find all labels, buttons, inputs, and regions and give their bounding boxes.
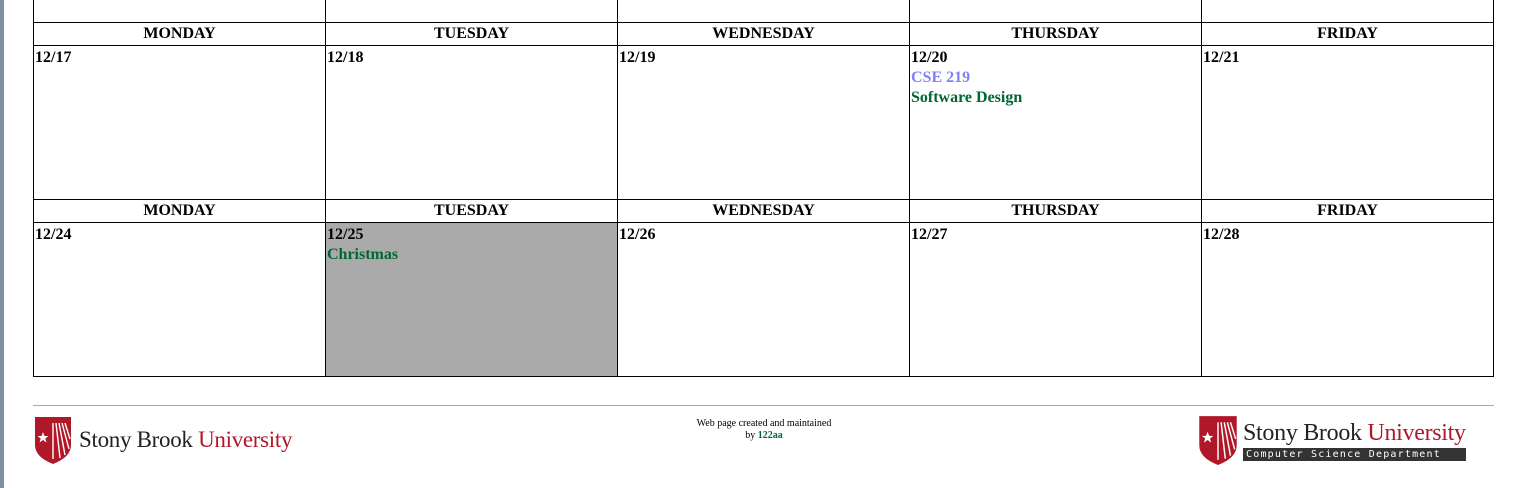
day-cell: 12/18 <box>325 45 618 200</box>
day-cell: 12/20 CSE 219 Software Design <box>909 45 1202 200</box>
stub-cell <box>33 0 326 23</box>
day-cell: 12/19 <box>617 45 910 200</box>
department-wordmark: Stony Brook University Computer Science … <box>1243 420 1466 461</box>
department-name: Computer Science Department <box>1243 447 1466 461</box>
wordmark-black: Stony Brook <box>79 427 193 452</box>
day-date: 12/25 <box>327 226 364 243</box>
weekday-header: THURSDAY <box>909 199 1202 223</box>
weekday-header: MONDAY <box>33 22 326 46</box>
day-cell: 12/26 <box>617 222 910 377</box>
weekday-header-row: MONDAY TUESDAY WEDNESDAY THURSDAY FRIDAY <box>33 22 1494 46</box>
calendar-table: MONDAY TUESDAY WEDNESDAY THURSDAY FRIDAY… <box>33 0 1494 377</box>
stub-cell <box>617 0 910 23</box>
day-date: 12/19 <box>619 49 656 66</box>
day-date: 12/18 <box>327 49 364 66</box>
day-date: 12/20 <box>911 49 948 66</box>
stub-cell <box>325 0 618 23</box>
day-date: 12/24 <box>35 226 72 243</box>
day-cell: 12/17 <box>33 45 326 200</box>
credit-by: by <box>745 430 756 441</box>
university-shield-icon <box>35 417 71 464</box>
day-cell: 12/27 <box>909 222 1202 377</box>
course-code-link[interactable]: CSE 219 <box>911 68 1200 88</box>
day-date: 12/28 <box>1203 226 1240 243</box>
university-wordmark: Stony Brook University <box>79 427 293 453</box>
day-date: 12/17 <box>35 49 72 66</box>
day-cell: 12/24 <box>33 222 326 377</box>
weekday-header: FRIDAY <box>1201 199 1494 223</box>
page-credit: Web page created and maintained by 122aa <box>664 418 864 442</box>
stub-cell <box>909 0 1202 23</box>
weekday-header: WEDNESDAY <box>617 199 910 223</box>
wordmark-red: University <box>1367 419 1466 446</box>
cs-department-logo-link[interactable]: Stony Brook University Computer Science … <box>1197 413 1466 467</box>
weekday-header: FRIDAY <box>1201 22 1494 46</box>
maintainer-link[interactable]: 122aa <box>758 430 783 441</box>
weekday-header: THURSDAY <box>909 22 1202 46</box>
week-row: 12/24 12/25 Christmas 12/26 12/27 12/28 <box>33 222 1494 377</box>
left-edge-bar <box>0 0 4 488</box>
day-cell: 12/21 <box>1201 45 1494 200</box>
day-date: 12/21 <box>1203 49 1240 66</box>
week-row: 12/17 12/18 12/19 12/20 CSE 219 Software… <box>33 45 1494 200</box>
weekday-header-row: MONDAY TUESDAY WEDNESDAY THURSDAY FRIDAY <box>33 199 1494 223</box>
holiday-label: Christmas <box>327 246 399 263</box>
university-shield-icon <box>1199 416 1237 465</box>
stony-brook-logo-link[interactable]: Stony Brook University <box>33 415 293 465</box>
weekday-header: WEDNESDAY <box>617 22 910 46</box>
day-date: 12/27 <box>911 226 948 243</box>
event-title: Software Design <box>911 89 1023 106</box>
day-cell: 12/28 <box>1201 222 1494 377</box>
day-date: 12/26 <box>619 226 656 243</box>
weekday-header: TUESDAY <box>325 199 618 223</box>
weekday-header: MONDAY <box>33 199 326 223</box>
weekday-header: TUESDAY <box>325 22 618 46</box>
footer-divider <box>33 405 1494 406</box>
credit-line: Web page created and maintained <box>696 418 832 429</box>
wordmark-red: University <box>198 427 293 452</box>
wordmark-black: Stony Brook <box>1243 419 1362 446</box>
university-wordmark: Stony Brook University <box>1243 420 1466 446</box>
stub-cell <box>1201 0 1494 23</box>
credit-by-line: by 122aa <box>664 430 864 442</box>
holiday-day-cell: 12/25 Christmas <box>325 222 618 377</box>
previous-week-stub <box>33 0 1494 23</box>
